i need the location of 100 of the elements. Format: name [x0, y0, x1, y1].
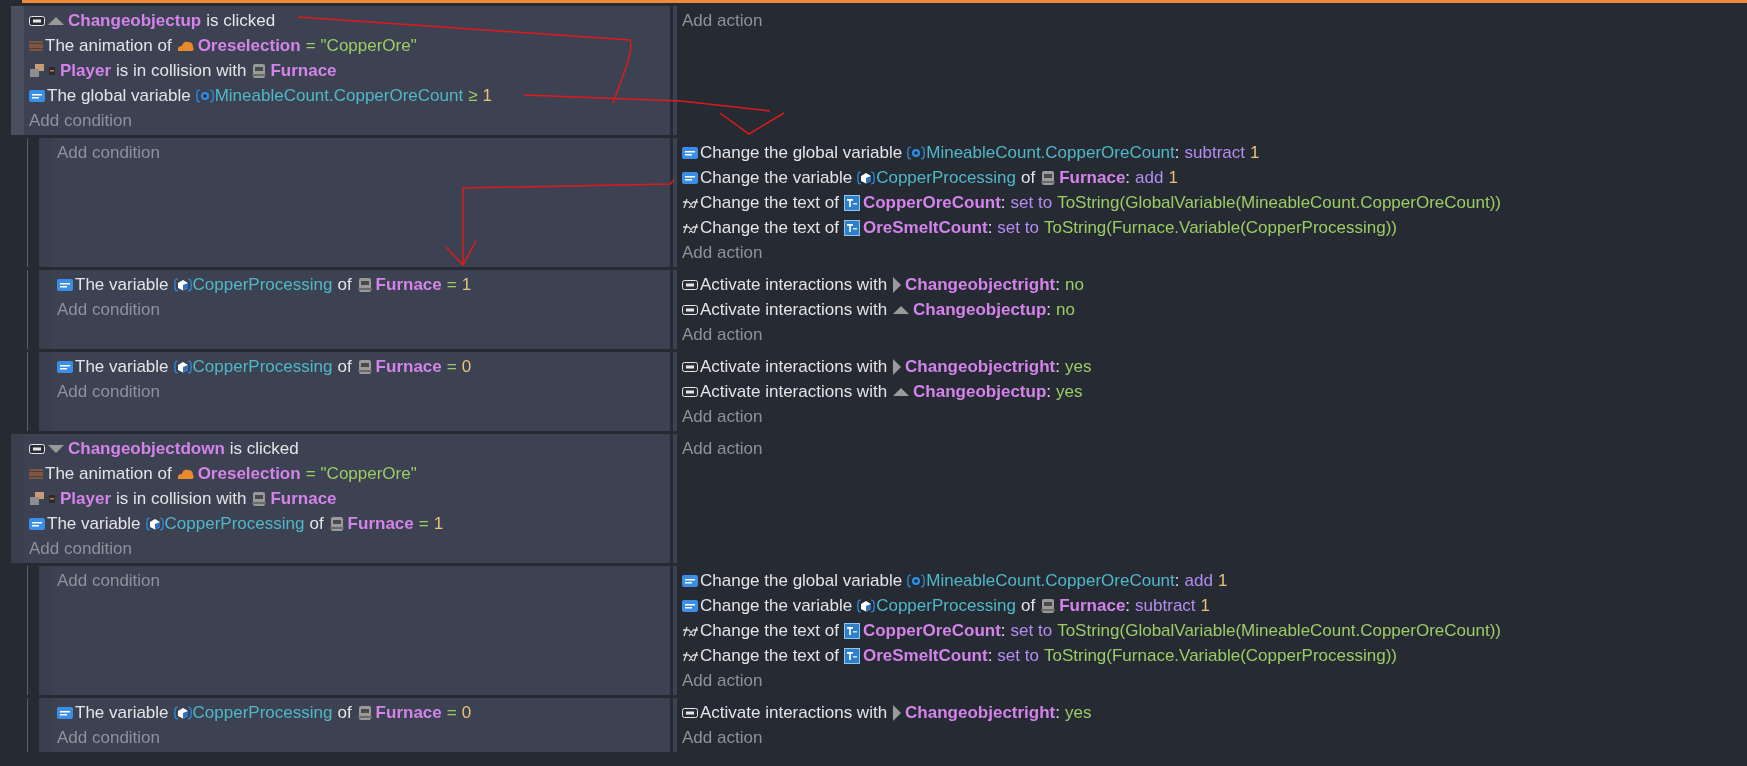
add-condition-link[interactable]: Add condition: [57, 378, 161, 405]
text-icon: [682, 221, 698, 234]
object-name: CopperOreCount: [862, 191, 1001, 214]
triangle-right-icon: [892, 703, 903, 722]
machine-icon: [328, 515, 345, 532]
add-action-link[interactable]: Add action: [682, 403, 763, 430]
text-icon: [682, 196, 698, 209]
machine-icon: [251, 490, 268, 507]
colon-text: :: [1055, 273, 1060, 296]
object-name: Furnace: [270, 487, 337, 510]
colon-text: :: [1174, 141, 1180, 164]
sentence-text: is in collision with: [116, 59, 247, 82]
add-condition-link[interactable]: Add condition: [57, 724, 161, 751]
value-text: no: [1065, 273, 1084, 296]
add-action-link[interactable]: Add action: [682, 239, 763, 266]
operation-text: add: [1184, 569, 1213, 592]
ok-badge-icon: [29, 15, 45, 26]
object-name: Furnace: [1059, 166, 1126, 189]
sentence-text: Activate interactions with: [700, 298, 888, 321]
number-value: 1: [461, 273, 472, 296]
sentence-text: of: [337, 355, 352, 378]
object-name: OreSmeltCount: [862, 216, 988, 239]
object-name: Changeobjectup: [913, 298, 1047, 321]
sentence-text: The variable: [75, 273, 169, 296]
triangle-right-icon: [892, 275, 903, 294]
sentence-text: of: [1021, 594, 1036, 617]
variable-icon: [682, 574, 698, 587]
machine-icon: [356, 704, 373, 721]
object-name: Furnace: [1059, 594, 1126, 617]
character-icon: [47, 64, 57, 77]
tree-line: [27, 698, 28, 752]
value-text: "CopperOre": [320, 462, 417, 485]
film-strip-icon: [29, 39, 43, 52]
variable-name: MineableCount.CopperOreCount: [926, 141, 1175, 164]
text-icon: [682, 624, 698, 637]
add-condition-link[interactable]: Add condition: [57, 139, 161, 166]
sentence-text: Change the global variable: [700, 569, 903, 592]
object-name: Oreselection: [197, 462, 301, 485]
drag-handle[interactable]: [39, 352, 52, 431]
cube-variable-icon: [173, 277, 192, 292]
operation-text: set to: [997, 644, 1039, 667]
drag-handle[interactable]: [39, 566, 52, 695]
add-condition-link[interactable]: Add condition: [29, 107, 133, 134]
number-value: 1: [1250, 141, 1260, 164]
sentence-text: is clicked: [229, 437, 299, 460]
sentence-text: Activate interactions with: [700, 355, 888, 378]
sentence-text: is clicked: [206, 9, 276, 32]
operator-sign: =: [305, 34, 316, 57]
cube-variable-icon: [857, 598, 876, 613]
number-value: 1: [482, 84, 492, 107]
sentence-text: Change the variable: [700, 594, 853, 617]
add-action-link[interactable]: Add action: [682, 435, 763, 462]
drag-handle[interactable]: [11, 6, 24, 135]
variable-icon: [57, 360, 73, 373]
add-condition-link[interactable]: Add condition: [57, 296, 161, 323]
sentence-text: The animation of: [45, 34, 172, 57]
text-object-icon: [843, 622, 860, 639]
add-condition-link[interactable]: Add condition: [29, 535, 133, 562]
expression-text: ToString(Furnace.Variable(CopperProcessing)): [1043, 644, 1397, 667]
drag-handle[interactable]: [39, 698, 52, 752]
drag-handle[interactable]: [39, 138, 52, 267]
object-name: Player: [60, 487, 112, 510]
drag-handle[interactable]: [11, 434, 24, 563]
ok-badge-icon: [682, 361, 698, 372]
variable-icon: [682, 146, 698, 159]
ok-badge-icon: [682, 279, 698, 290]
variable-name: CopperProcessing: [876, 166, 1017, 189]
variable-name: CopperProcessing: [192, 355, 333, 378]
global-variable-icon: [195, 88, 214, 103]
film-strip-icon: [29, 467, 43, 480]
text-icon: [682, 649, 698, 662]
variable-name: CopperProcessing: [876, 594, 1017, 617]
object-name: Furnace: [270, 59, 337, 82]
value-text: yes: [1065, 701, 1092, 724]
character-icon: [47, 492, 57, 505]
sentence-text: The variable: [47, 512, 141, 535]
add-action-link[interactable]: Add action: [682, 321, 763, 348]
sentence-text: of: [337, 273, 352, 296]
colon-text: :: [1046, 380, 1051, 403]
sentence-text: The animation of: [45, 462, 172, 485]
number-value: 1: [1217, 569, 1228, 592]
add-action-link[interactable]: Add action: [682, 7, 763, 34]
sentence-text: of: [309, 512, 324, 535]
add-action-link[interactable]: Add action: [682, 724, 763, 751]
object-name: Changeobjectdown: [68, 437, 225, 460]
add-action-link[interactable]: Add action: [682, 667, 763, 694]
variable-name: MineableCount.CopperOreCount: [926, 569, 1175, 592]
sentence-text: Change the global variable: [700, 141, 903, 164]
operation-text: subtract: [1135, 594, 1196, 617]
triangle-right-icon: [892, 357, 903, 376]
drag-handle[interactable]: [39, 270, 52, 349]
add-condition-link[interactable]: Add condition: [57, 567, 161, 594]
operation-text: set to: [997, 216, 1039, 239]
machine-icon: [1040, 169, 1057, 186]
machine-icon: [356, 358, 373, 375]
variable-name: CopperProcessing: [192, 273, 333, 296]
ok-badge-icon: [29, 443, 45, 454]
number-value: 0: [461, 701, 472, 724]
sentence-text: Change the text of: [700, 619, 839, 642]
object-name: OreSmeltCount: [862, 644, 988, 667]
